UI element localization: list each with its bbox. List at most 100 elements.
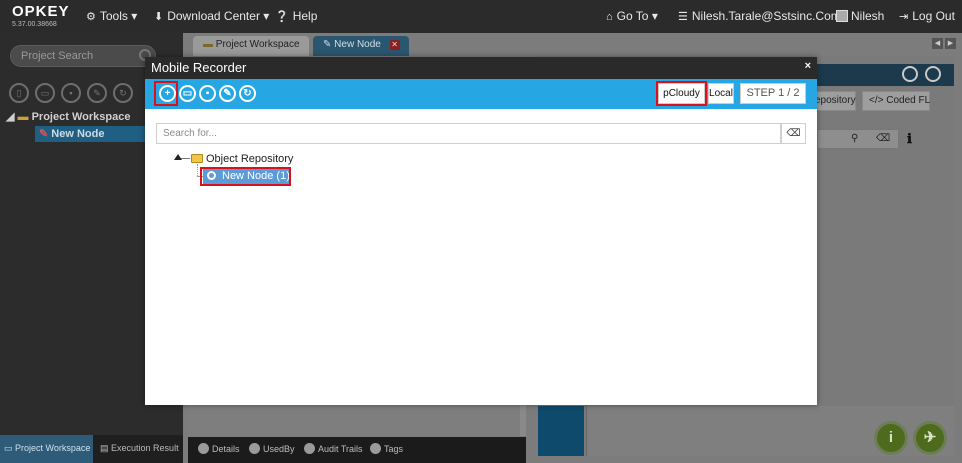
home-icon: ⌂	[606, 11, 613, 23]
tab-details[interactable]: Details	[198, 443, 240, 454]
wrench-icon: ✎	[39, 128, 49, 140]
tags-icon	[370, 443, 381, 454]
folder-icon	[191, 154, 203, 163]
avatar	[836, 10, 848, 22]
step-indicator: STEP 1 / 2	[740, 83, 806, 104]
object-repository-label: epository	[815, 95, 856, 106]
search-icon[interactable]: ⚲	[851, 133, 858, 144]
tree-root-label: Project Workspace	[31, 111, 131, 123]
caret-down-icon: ▾	[651, 9, 658, 23]
help-label: Help	[292, 9, 318, 23]
close-icon[interactable]: ×	[805, 60, 811, 72]
tree-node-object-repository[interactable]: Object Repository	[206, 153, 293, 165]
open-folder-icon[interactable]: ▭	[35, 83, 55, 103]
collapse-triangle-icon[interactable]	[174, 154, 182, 160]
edit-icon[interactable]: ✎	[219, 85, 236, 102]
left-bottom-tabs: ▭ Project Workspace ▤ Execution Result	[0, 435, 183, 463]
top-navbar: OPKEY 5.37.00.38668 ⚙ Tools ▾ ⬇ Download C…	[0, 0, 962, 33]
eraser-icon[interactable]: ⌫	[781, 123, 806, 144]
tab-usedby[interactable]: UsedBy	[249, 443, 295, 454]
new-file-icon[interactable]: ▯	[9, 83, 29, 103]
highlight-pcloudy-button	[656, 81, 707, 106]
question-circle-icon: ❔	[275, 11, 289, 23]
logout-link[interactable]: ⇥ Log Out	[899, 9, 955, 23]
download-center-label: Download Center	[167, 9, 260, 23]
info-fab-icon[interactable]: i	[874, 421, 908, 455]
detail-tabs-bar: Details UsedBy Audit Trails Tags	[188, 437, 526, 463]
wrench-icon: ✎	[323, 39, 332, 50]
user-email-link[interactable]: ☰ Nilesh.Tarale@Sstsinc.Com	[678, 9, 841, 23]
app-logo: OPKEY	[12, 3, 70, 20]
tab-execution-result-label: Execution Result	[111, 443, 179, 453]
arrow-left-icon[interactable]: ◀	[932, 38, 943, 49]
gears-icon: ⚙	[86, 11, 96, 23]
highlight-new-node	[200, 167, 291, 186]
dialog-title: Mobile Recorder	[151, 60, 247, 75]
download-icon: ⬇	[154, 11, 164, 23]
info-icon[interactable]: ℹ	[907, 131, 912, 147]
expand-icon[interactable]: ◢	[6, 111, 14, 123]
object-search-placeholder: Search for...	[163, 128, 217, 139]
close-tab-icon[interactable]: ✕	[389, 40, 400, 50]
tab-project-workspace-editor[interactable]: ▬ Project Workspace	[193, 36, 309, 56]
go-to-menu[interactable]: ⌂ Go To ▾	[606, 9, 658, 23]
refresh-icon[interactable]	[925, 66, 941, 82]
sidebar-toolbar: ▯ ▭ ▪ ✎ ↻	[9, 83, 133, 103]
dialog-header: Mobile Recorder ×	[145, 57, 817, 79]
caret-down-icon: ▾	[131, 9, 138, 23]
tab-tags-label: Tags	[384, 444, 404, 454]
tab-project-workspace[interactable]: ▭ Project Workspace	[0, 435, 93, 463]
tools-menu-label: Tools	[99, 9, 128, 23]
user-profile-link[interactable]: Nilesh	[836, 9, 884, 23]
go-to-label: Go To	[616, 9, 649, 23]
arrow-right-icon[interactable]: ▶	[945, 38, 956, 49]
airplane-fab-icon[interactable]: ✈	[913, 421, 947, 455]
object-search-input[interactable]: Search for...	[156, 123, 781, 144]
highlight-add-button	[154, 81, 178, 106]
dialog-toolbar: + ▭ ▪ ✎ ↻ pCloudy Local STEP 1 / 2	[145, 79, 817, 109]
logout-label: Log Out	[912, 9, 955, 23]
collapse-icon[interactable]	[902, 66, 918, 82]
eraser-icon[interactable]: ⌫	[876, 133, 890, 144]
sign-out-icon: ⇥	[899, 11, 909, 23]
user-email: Nilesh.Tarale@Sstsinc.Com	[691, 9, 841, 23]
tab-details-label: Details	[212, 444, 240, 454]
local-button[interactable]: Local	[708, 83, 734, 104]
tree-connector	[197, 164, 198, 176]
mid-content-area	[188, 404, 526, 436]
coded-fl-button[interactable]: </> Coded FL	[862, 91, 930, 111]
project-search-input[interactable]: Project Search	[10, 45, 156, 67]
list-icon: ☰	[678, 11, 688, 23]
mobile-recorder-dialog: Mobile Recorder × + ▭ ▪ ✎ ↻ pCloudy Loca…	[145, 57, 817, 405]
monitor-icon: ▭	[4, 443, 13, 453]
tab-usedby-label: UsedBy	[263, 444, 295, 454]
right-panel-sidebar-strip	[538, 406, 584, 456]
delete-icon[interactable]: ▪	[199, 85, 216, 102]
tree-root-project-workspace[interactable]: ◢ ▬ Project Workspace	[6, 110, 130, 123]
tab-scroll-arrows: ◀ ▶	[932, 38, 956, 49]
tab-audit-trails[interactable]: Audit Trails	[304, 443, 363, 454]
usedby-icon	[249, 443, 260, 454]
caret-down-icon: ▾	[263, 9, 270, 23]
refresh-icon[interactable]: ↻	[239, 85, 256, 102]
tree-connector	[181, 158, 190, 159]
app-version: 5.37.00.38668	[12, 21, 57, 28]
folder-icon: ▬	[203, 39, 213, 50]
edit-icon[interactable]: ✎	[87, 83, 107, 103]
tab-new-node-editor[interactable]: ✎ New Node ✕	[313, 36, 409, 56]
delete-icon[interactable]: ▪	[61, 83, 81, 103]
audit-icon	[304, 443, 315, 454]
folder-icon: ▬	[17, 111, 29, 123]
refresh-icon[interactable]: ↻	[113, 83, 133, 103]
tab-audit-trails-label: Audit Trails	[318, 444, 363, 454]
tab-tags[interactable]: Tags	[370, 443, 403, 454]
folder-icon[interactable]: ▭	[179, 85, 196, 102]
tab-project-workspace-label: Project Workspace	[15, 443, 91, 453]
help-link[interactable]: ❔ Help	[275, 9, 317, 23]
tools-menu[interactable]: ⚙ Tools ▾	[86, 9, 137, 23]
project-search-placeholder: Project Search	[21, 50, 94, 62]
info-icon	[198, 443, 209, 454]
tab-execution-result[interactable]: ▤ Execution Result	[96, 435, 183, 463]
download-center-menu[interactable]: ⬇ Download Center ▾	[154, 9, 269, 23]
local-label: Local	[709, 88, 733, 99]
